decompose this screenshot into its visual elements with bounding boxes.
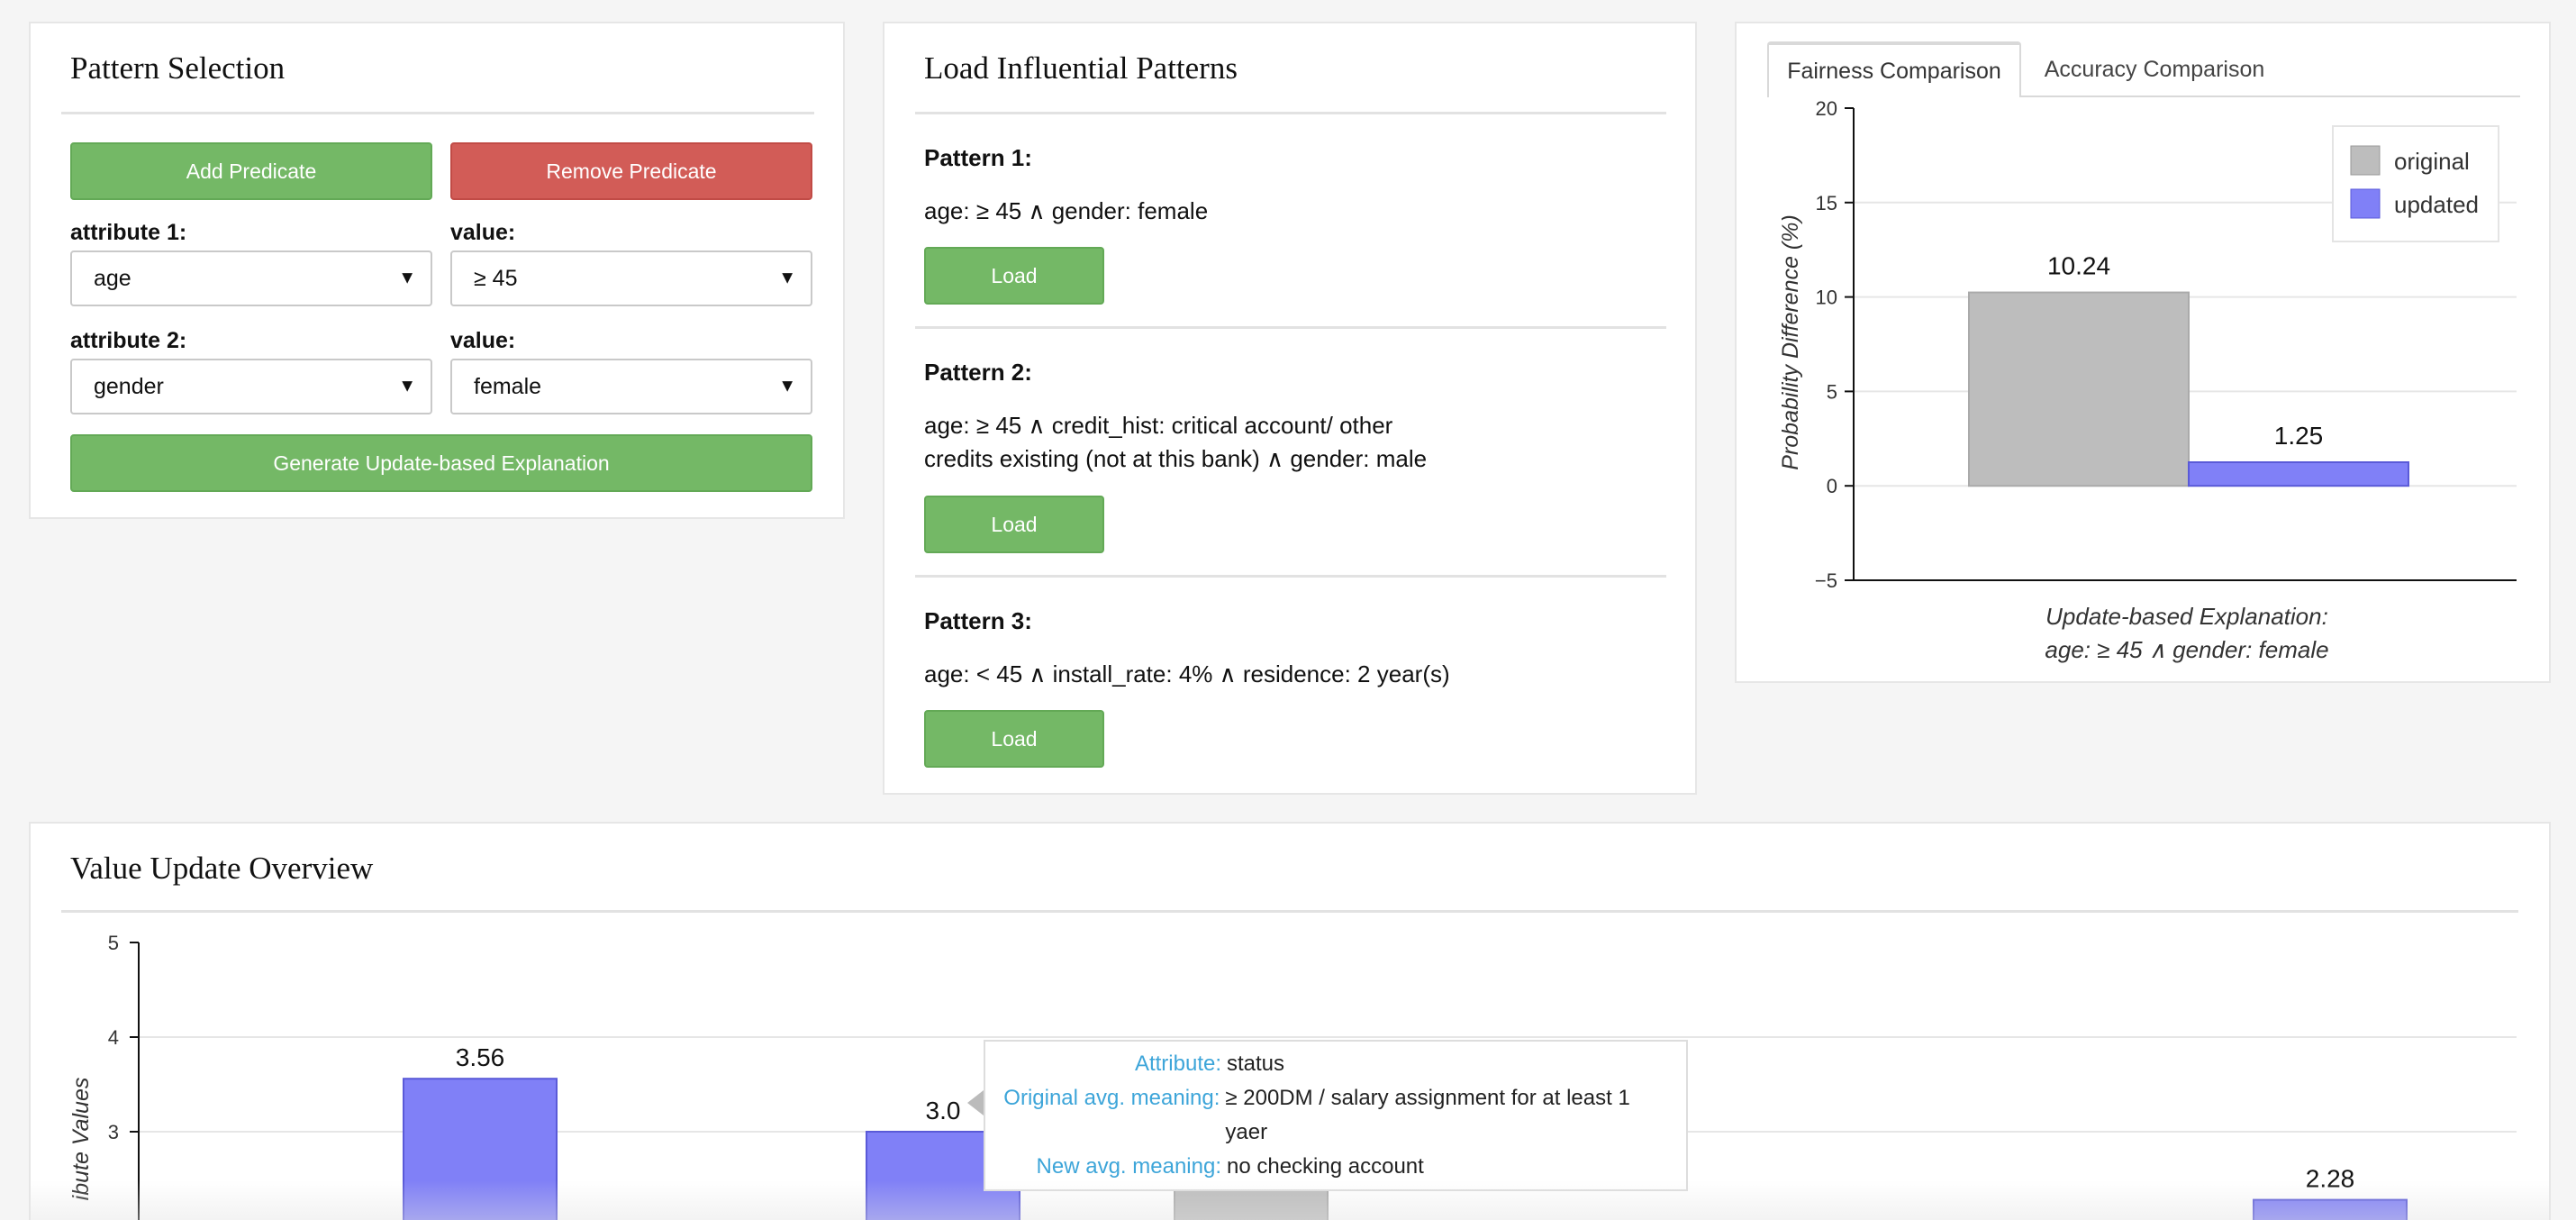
pattern-selection-title: Pattern Selection — [70, 50, 286, 86]
y-tick-label: 4 — [108, 1026, 119, 1049]
influential-patterns-panel: Load Influential Patterns Pattern 1: age… — [883, 22, 1697, 795]
load-pattern-3-button[interactable]: Load — [924, 710, 1104, 768]
bar-updated — [2188, 461, 2409, 487]
legend-label-original: original — [2394, 148, 2470, 175]
y-axis-label: ibute Values — [68, 1078, 94, 1201]
y-tick-label: 20 — [1816, 97, 1837, 120]
data-label: 3.56 — [456, 1043, 505, 1071]
fairness-comparison-chart: −5 0 5 10 15 20 10.24 1.25 Probability Differe… — [1778, 97, 2517, 663]
chevron-down-icon: ▼ — [398, 268, 416, 288]
pattern-1-title: Pattern 1: — [924, 144, 1032, 171]
legend-label-updated: updated — [2394, 191, 2479, 218]
pattern-3-title: Pattern 3: — [924, 607, 1032, 634]
legend-swatch-original — [2350, 145, 2381, 176]
tooltip-pointer-icon — [967, 1090, 984, 1115]
attribute-1-label: attribute 1: — [70, 220, 187, 245]
bar-updated — [403, 1078, 558, 1220]
generate-explanation-button[interactable]: Generate Update-based Explanation — [70, 434, 812, 492]
remove-predicate-button[interactable]: Remove Predicate — [450, 142, 812, 200]
tooltip-attribute-key: Attribute: — [1134, 1052, 1221, 1076]
data-label-original: 10.24 — [2047, 252, 2110, 280]
tooltip-new-value: no checking account — [1227, 1154, 1424, 1179]
x-axis-label-line1: Update-based Explanation: — [2045, 603, 2328, 630]
data-label: 3.0 — [926, 1097, 961, 1124]
chevron-down-icon: ▼ — [398, 376, 416, 396]
y-tick-label: 5 — [1827, 380, 1837, 403]
legend-box — [2332, 125, 2499, 242]
y-tick-label: 15 — [1816, 192, 1837, 214]
tooltip-attribute-value: status — [1227, 1052, 1285, 1076]
y-tick-label: 0 — [1827, 475, 1837, 497]
attribute-2-label: attribute 2: — [70, 328, 187, 353]
value-1-select[interactable]: ≥ 45 ▼ — [450, 250, 812, 306]
value-1-label: value: — [450, 220, 516, 245]
pattern-2-text-line1: age: ≥ 45 ∧ credit_hist: critical accoun… — [924, 412, 1393, 439]
legend-swatch-updated — [2350, 188, 2381, 219]
x-axis-label-line2: age: ≥ 45 ∧ gender: female — [2045, 636, 2328, 663]
influential-patterns-title: Load Influential Patterns — [924, 50, 1238, 86]
pattern-divider — [915, 575, 1666, 578]
value-2-label: value: — [450, 328, 516, 353]
value-2-value: female — [474, 373, 542, 399]
attribute-2-value: gender — [94, 373, 164, 399]
tooltip-original-value: ≥ 200DM / salary assignment for at least… — [1225, 1086, 1630, 1144]
data-label: 2.28 — [2306, 1165, 2355, 1193]
bar-updated — [2253, 1198, 2408, 1220]
value-update-panel: Value Update Overview 345 3.56 3.0 2.28 ib… — [29, 822, 2551, 1220]
pattern-2-text-line2: credits existing (not at this bank) ∧ ge… — [924, 445, 1428, 472]
y-tick-label: −5 — [1815, 569, 1837, 592]
chevron-down-icon: ▼ — [778, 268, 796, 288]
pattern-3-text: age: < 45 ∧ install_rate: 4% ∧ residence… — [924, 660, 1450, 687]
pattern-2-title: Pattern 2: — [924, 359, 1032, 386]
value-2-select[interactable]: female ▼ — [450, 359, 812, 414]
bar-original — [1968, 291, 2190, 487]
title-divider — [915, 112, 1666, 114]
attribute-tooltip: Attribute: status Original avg. meaning: ≥… — [984, 1040, 1688, 1191]
tooltip-original-key: Original avg. meaning: — [1003, 1086, 1220, 1110]
pattern-1-text: age: ≥ 45 ∧ gender: female — [924, 197, 1209, 224]
add-predicate-button[interactable]: Add Predicate — [70, 142, 432, 200]
load-pattern-2-button[interactable]: Load — [924, 496, 1104, 553]
attribute-1-value: age — [94, 265, 132, 291]
value-1-value: ≥ 45 — [474, 265, 518, 291]
chart-bars — [1968, 291, 2409, 487]
y-tick-label: 3 — [108, 1121, 119, 1143]
data-label-updated: 1.25 — [2274, 422, 2324, 450]
attribute-1-select[interactable]: age ▼ — [70, 250, 432, 306]
chart-legend: original updated — [2332, 125, 2499, 242]
attribute-2-select[interactable]: gender ▼ — [70, 359, 432, 414]
chart-axes: 3 4 5 — [108, 932, 140, 1220]
load-pattern-1-button[interactable]: Load — [924, 247, 1104, 305]
pattern-divider — [915, 326, 1666, 329]
y-tick-label: 10 — [1816, 287, 1837, 309]
chevron-down-icon: ▼ — [778, 376, 796, 396]
pattern-selection-panel: Pattern Selection Add Predicate Remove P… — [29, 22, 845, 519]
title-divider — [61, 112, 814, 114]
y-tick-label: 5 — [108, 932, 119, 954]
y-axis-label: Probability Difference (%) — [1778, 214, 1803, 469]
tooltip-new-key: New avg. meaning: — [1036, 1154, 1221, 1179]
comparison-panel: Fairness Comparison Accuracy Comparison … — [1735, 22, 2551, 683]
